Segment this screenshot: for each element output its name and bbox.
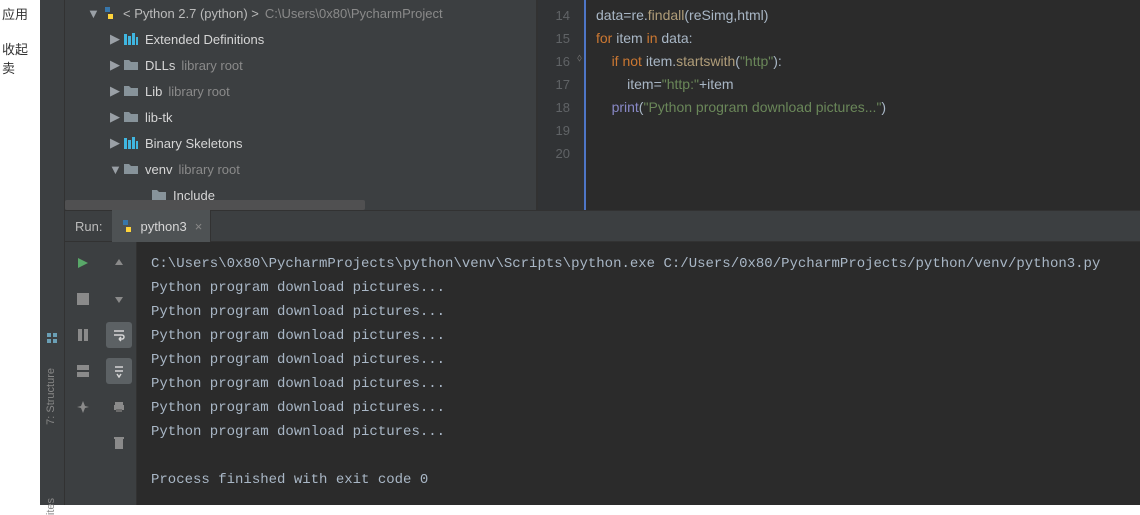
editor-gutter: ⬨ 14151617181920 <box>538 0 584 210</box>
libset-icon <box>123 31 139 47</box>
tree-item-label: Lib <box>145 84 162 99</box>
tree-item-label: venv <box>145 162 172 177</box>
print-button[interactable] <box>106 394 132 420</box>
tree-item-label: lib-tk <box>145 110 172 125</box>
code-line: data=re.findall(reSimg,html) <box>596 4 1140 27</box>
tree-item-suffix: library root <box>178 162 239 177</box>
run-tab-name: python3 <box>140 219 186 234</box>
expand-arrow-icon[interactable]: ▼ <box>109 162 121 177</box>
scroll-up-button[interactable] <box>106 250 132 276</box>
line-number: 15 <box>538 27 584 50</box>
structure-tool-tab[interactable]: 7: Structure <box>45 368 57 425</box>
soft-wrap-button[interactable] <box>106 322 132 348</box>
line-number: 19 <box>538 119 584 142</box>
run-console-panel: C:\Users\0x80\PycharmProjects\python\ven… <box>65 242 1140 505</box>
python-sdk-icon <box>101 5 117 21</box>
libset-icon <box>123 135 139 151</box>
line-number: 18 <box>538 96 584 119</box>
stop-button[interactable] <box>70 286 96 312</box>
python-file-icon <box>120 219 134 233</box>
console-output[interactable]: C:\Users\0x80\PycharmProjects\python\ven… <box>137 242 1140 505</box>
expand-arrow-icon[interactable]: ▶ <box>109 31 121 47</box>
line-number: 14 <box>538 4 584 27</box>
expand-arrow-icon[interactable]: ▶ <box>109 135 121 151</box>
tree-row[interactable]: ▼ venv library root <box>65 156 536 182</box>
folder-icon <box>123 83 139 99</box>
scroll-down-button[interactable] <box>106 286 132 312</box>
folder-icon <box>123 109 139 125</box>
layout-button[interactable] <box>70 358 96 384</box>
close-tab-icon[interactable]: × <box>195 219 203 234</box>
expand-arrow-icon[interactable]: ▼ <box>87 6 99 21</box>
folder-icon <box>123 57 139 73</box>
code-line: for item in data: <box>596 27 1140 50</box>
run-config-tab[interactable]: python3 × <box>112 210 211 242</box>
ide-window: 7: Structure ites ▼ < Python 2.7 (python… <box>40 0 1140 505</box>
external-browser-edge: 应用 收起卖 <box>0 0 40 505</box>
pause-button[interactable] <box>70 322 96 348</box>
scroll-to-end-button[interactable] <box>106 358 132 384</box>
code-editor[interactable]: ⬨ 14151617181920 data=re.findall(reSimg,… <box>537 0 1140 210</box>
delete-button[interactable] <box>106 430 132 456</box>
tree-row[interactable]: ▶ Extended Definitions <box>65 26 536 52</box>
tree-row[interactable]: ▶ lib-tk <box>65 104 536 130</box>
tree-item-label: Extended Definitions <box>145 32 264 47</box>
folder-icon <box>123 161 139 177</box>
browser-text-2: 收起卖 <box>0 35 40 81</box>
editor-code-area[interactable]: data=re.findall(reSimg,html)for item in … <box>586 0 1140 210</box>
line-number: 20 <box>538 142 584 165</box>
tree-root-row[interactable]: ▼ < Python 2.7 (python) > C:\Users\0x80\… <box>65 0 536 26</box>
favorites-tool-tab[interactable]: ites <box>45 498 57 515</box>
run-label: Run: <box>65 219 112 234</box>
tree-row[interactable]: ▶ DLLs library root <box>65 52 536 78</box>
code-line: if not item.startswith("http"): <box>596 50 1140 73</box>
expand-arrow-icon[interactable]: ▶ <box>109 83 121 99</box>
run-tool-header: Run: python3 × <box>65 210 1140 242</box>
tree-row[interactable]: ▶ Binary Skeletons <box>65 130 536 156</box>
line-number: 17 <box>538 73 584 96</box>
expand-arrow-icon[interactable]: ▶ <box>109 109 121 125</box>
expand-arrow-icon[interactable]: ▶ <box>109 57 121 73</box>
pin-button[interactable] <box>70 394 96 420</box>
structure-icon <box>45 331 59 345</box>
tree-row[interactable]: ▶ Lib library root <box>65 78 536 104</box>
tree-horizontal-scrollbar[interactable] <box>65 200 365 210</box>
console-actions-column <box>101 242 137 505</box>
tree-item-label: Binary Skeletons <box>145 136 243 151</box>
code-line: print("Python program download pictures.… <box>596 96 1140 119</box>
run-actions-column <box>65 242 101 505</box>
tree-item-label: DLLs <box>145 58 175 73</box>
rerun-button[interactable] <box>70 250 96 276</box>
gutter-marker-icon: ⬨ <box>577 52 582 65</box>
project-tree[interactable]: ▼ < Python 2.7 (python) > C:\Users\0x80\… <box>65 0 537 210</box>
tree-item-suffix: library root <box>168 84 229 99</box>
code-line: item="http:"+item <box>596 73 1140 96</box>
left-tool-strip: 7: Structure ites <box>40 0 65 505</box>
tree-root-label: < Python 2.7 (python) > <box>123 6 259 21</box>
browser-text-1: 应用 <box>0 0 30 27</box>
tree-root-path: C:\Users\0x80\PycharmProject <box>265 6 443 21</box>
tree-item-suffix: library root <box>181 58 242 73</box>
